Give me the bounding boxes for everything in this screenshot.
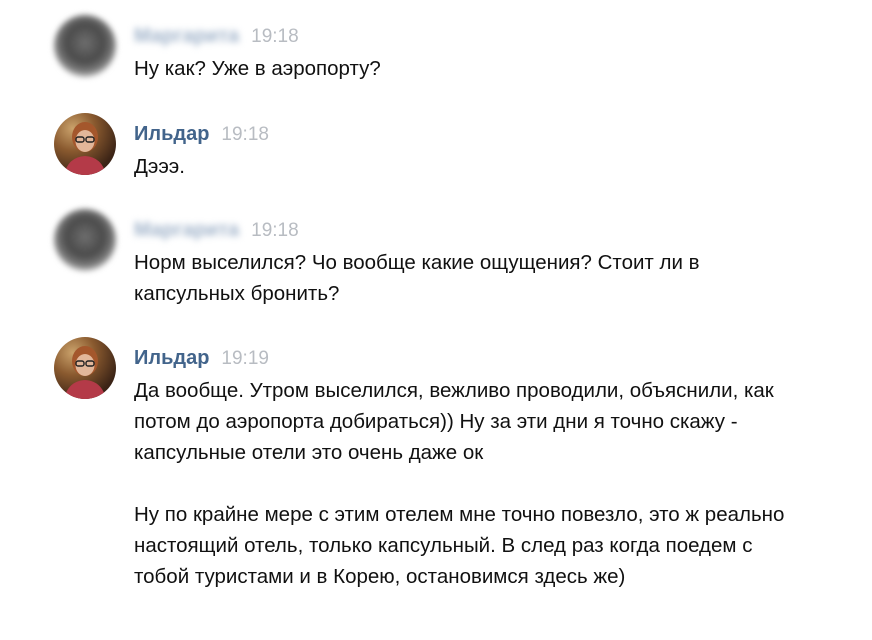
person-photo-icon (64, 346, 106, 399)
author-name[interactable]: Маргарита (134, 25, 239, 48)
author-name[interactable]: Ильдар (134, 123, 209, 146)
timestamp[interactable]: 19:18 (251, 26, 299, 48)
message-paragraph: Дэээ. (134, 155, 185, 178)
message-text: Ну как? Уже в аэропорту? (134, 53, 794, 84)
message-header: Ильдар 19:18 (134, 123, 269, 147)
avatar[interactable] (54, 209, 116, 271)
message-paragraph: Норм выселился? Чо вообще какие ощущения… (134, 251, 700, 305)
message-text: Дэээ. (134, 151, 794, 182)
message-item: Ильдар 19:19 Да вообще. Утром выселился,… (0, 337, 872, 637)
message-header: Маргарита 19:18 (134, 219, 299, 243)
author-name[interactable]: Маргарита (134, 219, 239, 242)
avatar[interactable] (54, 15, 116, 77)
avatar[interactable] (54, 337, 116, 399)
message-item: Маргарита 19:18 Норм выселился? Чо вообщ… (0, 209, 872, 319)
avatar[interactable] (54, 113, 116, 175)
message-item: Маргарита 19:18 Ну как? Уже в аэропорту? (0, 15, 872, 95)
message-paragraph: Ну как? Уже в аэропорту? (134, 57, 381, 80)
timestamp[interactable]: 19:19 (221, 348, 269, 370)
message-text: Да вообще. Утром выселился, вежливо пров… (134, 375, 794, 592)
message-item: Ильдар 19:18 Дэээ. (0, 113, 872, 193)
message-paragraph: Ну по крайне мере с этим отелем мне точн… (134, 503, 785, 588)
author-name[interactable]: Ильдар (134, 347, 209, 370)
message-text: Норм выселился? Чо вообще какие ощущения… (134, 247, 794, 309)
message-header: Маргарита 19:18 (134, 25, 299, 49)
message-header: Ильдар 19:19 (134, 347, 269, 371)
message-paragraph: Да вообще. Утром выселился, вежливо пров… (134, 379, 774, 464)
timestamp[interactable]: 19:18 (221, 124, 269, 146)
timestamp[interactable]: 19:18 (251, 220, 299, 242)
person-photo-icon (64, 122, 106, 175)
